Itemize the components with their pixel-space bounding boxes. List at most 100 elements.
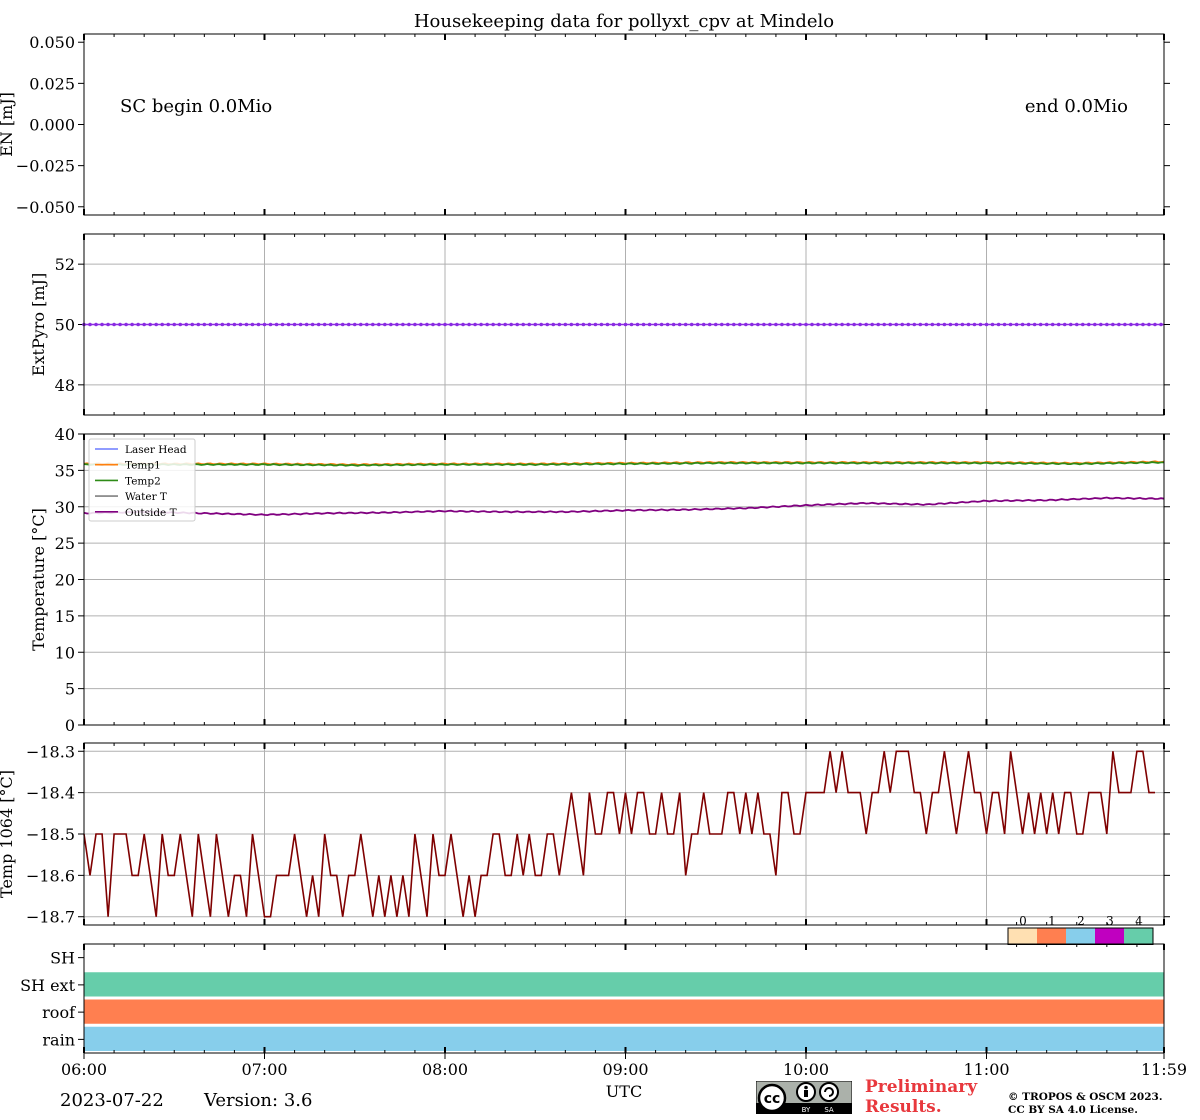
- extpyro-point: [112, 322, 116, 327]
- figure-title: Housekeeping data for pollyxt_cpv at Min…: [414, 11, 834, 32]
- energy-ytick-label: 0.000: [29, 116, 75, 135]
- extpyro-point: [593, 322, 598, 327]
- extpyro-point: [364, 322, 369, 327]
- extpyro-point: [316, 322, 321, 327]
- extpyro-point: [160, 322, 165, 327]
- temp-ytick-label: 35: [55, 461, 75, 480]
- temp1064-ytick-label: −18.7: [26, 908, 75, 927]
- extpyro-point: [485, 322, 489, 327]
- copyright-line-1: © TROPOS & OSCM 2023.: [1008, 1091, 1163, 1103]
- extpyro-point: [798, 322, 802, 327]
- temp-legend-label: Laser Head: [125, 444, 187, 456]
- extpyro-point: [340, 322, 345, 327]
- extpyro-point: [780, 322, 784, 327]
- extpyro-point: [840, 322, 844, 327]
- temp-ytick-label: 30: [55, 498, 75, 517]
- copyright-line-2: CC BY SA 4.0 License.: [1008, 1104, 1138, 1116]
- energy-ylabel: EN [mJ]: [0, 92, 16, 157]
- energy-annotation-begin: SC begin 0.0Mio: [120, 96, 272, 117]
- extpyro-point: [184, 322, 189, 327]
- extpyro-point: [1020, 322, 1025, 327]
- extpyro-point: [419, 322, 423, 327]
- extpyro-point: [599, 322, 604, 327]
- temp-ytick-label: 20: [55, 571, 75, 590]
- extpyro-point: [521, 322, 526, 327]
- temp-legend-label: Water T: [125, 491, 167, 503]
- extpyro-point: [401, 322, 405, 327]
- extpyro-point: [653, 322, 658, 327]
- flag-colorbar-label: 2: [1077, 914, 1085, 928]
- extpyro-point: [834, 322, 838, 327]
- cc-by-label: BY: [802, 1106, 811, 1114]
- extpyro-point: [587, 322, 592, 327]
- extpyro-point: [774, 322, 778, 327]
- extpyro-point: [738, 322, 742, 327]
- extpyro-point: [509, 322, 513, 327]
- extpyro-point: [846, 322, 850, 327]
- extpyro-point: [1153, 322, 1157, 327]
- extpyro-point: [972, 322, 977, 327]
- extpyro-point: [262, 322, 267, 327]
- extpyro-point: [575, 322, 580, 327]
- extpyro-point: [130, 322, 134, 327]
- temp1064-ytick-label: −18.6: [26, 866, 75, 885]
- extpyro-point: [172, 322, 177, 327]
- extpyro-point: [479, 322, 483, 327]
- extpyro-point: [268, 322, 273, 327]
- extpyro-point: [713, 322, 718, 327]
- extpyro-point: [1105, 322, 1109, 327]
- extpyro-point: [936, 322, 941, 327]
- extpyro-point: [220, 322, 225, 327]
- energy-frame: [83, 33, 1165, 216]
- axes-group: 0.050 0.025 0.000 −0.025 −0.050 EN [mJ] SC beg…: [0, 33, 1187, 1101]
- extpyro-point: [136, 322, 140, 327]
- extpyro-point: [701, 322, 706, 327]
- extpyro-point: [467, 322, 471, 327]
- extpyro-point: [930, 322, 935, 327]
- extpyro-point: [154, 322, 159, 327]
- extpyro-point: [1062, 322, 1067, 327]
- extpyro-point: [238, 322, 243, 327]
- extpyro-point: [695, 322, 700, 327]
- extpyro-point: [563, 322, 568, 327]
- temp1064-ytick-label: −18.4: [26, 784, 75, 803]
- extpyro-point: [629, 322, 634, 327]
- temp1064-ytick-label: −18.5: [26, 825, 75, 844]
- extpyro-point: [641, 322, 646, 327]
- extpyro-point: [810, 322, 814, 327]
- flag-colorbar-label: 1: [1048, 914, 1056, 928]
- temp1064-ytick-label: −18.3: [26, 742, 75, 761]
- extpyro-point: [1050, 322, 1055, 327]
- extpyro-point: [352, 322, 357, 327]
- x-axis-tick-label: 07:00: [241, 1060, 287, 1079]
- extpyro-point: [527, 322, 532, 327]
- temp-legend: Laser Head Temp1 Temp2 Water T Outside T: [88, 438, 196, 522]
- extpyro-point: [744, 322, 748, 327]
- extpyro-point: [533, 322, 538, 327]
- extpyro-point: [539, 322, 544, 327]
- extpyro-point: [623, 322, 628, 327]
- extpyro-point: [732, 322, 736, 327]
- extpyro-point: [822, 322, 826, 327]
- temp-ylabel: Temperature [°C]: [29, 508, 48, 651]
- extpyro-point: [443, 322, 447, 327]
- extpyro-point: [1074, 322, 1079, 327]
- housekeeping-figure: Housekeeping data for pollyxt_cpv at Min…: [0, 11, 1187, 1101]
- cc-license-logo: cc BY SA: [756, 1081, 852, 1114]
- extpyro-point: [912, 322, 917, 327]
- extpyro-point: [954, 322, 959, 327]
- extpyro-point: [310, 322, 315, 327]
- extpyro-point: [978, 322, 983, 327]
- extpyro-point: [882, 322, 887, 327]
- extpyro-point: [377, 322, 381, 327]
- extpyro-point: [142, 322, 146, 327]
- extpyro-point: [358, 322, 363, 327]
- extpyro-point: [100, 322, 104, 327]
- extpyro-point: [88, 322, 92, 327]
- extpyro-point: [190, 322, 195, 327]
- flag-row-roof: [84, 999, 1164, 1024]
- extpyro-point: [1068, 322, 1073, 327]
- extpyro-point: [792, 322, 796, 327]
- temp-ytick-label: 5: [65, 680, 75, 699]
- x-axis-tick-label: 08:00: [422, 1060, 468, 1079]
